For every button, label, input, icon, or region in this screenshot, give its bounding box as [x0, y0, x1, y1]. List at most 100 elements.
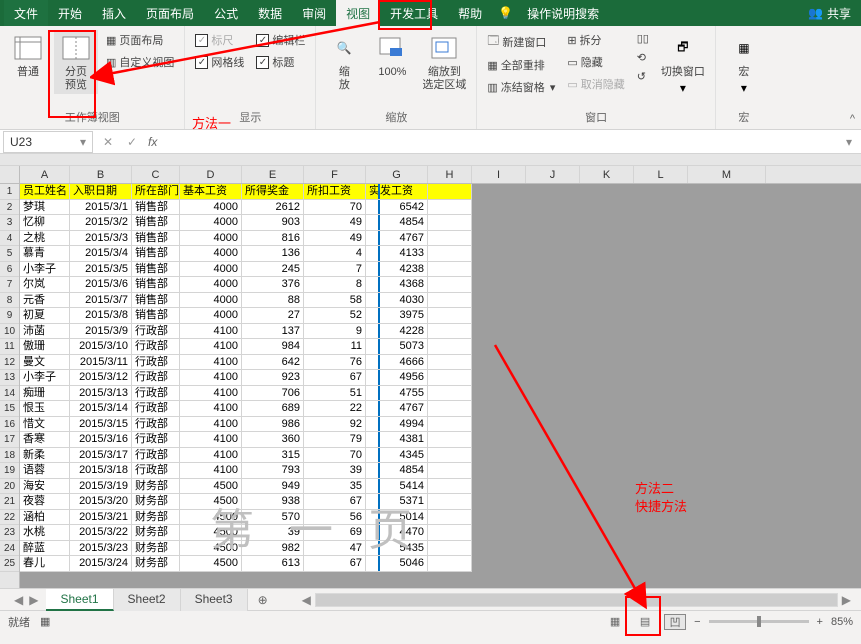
table-cell[interactable]: 销售部: [132, 215, 180, 230]
table-cell[interactable]: 4238: [366, 262, 428, 277]
table-cell[interactable]: 4500: [180, 494, 242, 509]
empty-cell[interactable]: [428, 339, 472, 354]
table-cell[interactable]: 2015/3/23: [70, 541, 132, 556]
table-cell[interactable]: 245: [242, 262, 304, 277]
table-cell[interactable]: 4030: [366, 293, 428, 308]
empty-cell[interactable]: [428, 277, 472, 292]
table-cell[interactable]: 行政部: [132, 463, 180, 478]
table-cell[interactable]: 79: [304, 432, 366, 447]
empty-cell[interactable]: [428, 463, 472, 478]
table-cell[interactable]: 376: [242, 277, 304, 292]
table-cell[interactable]: 982: [242, 541, 304, 556]
sync-icon-row[interactable]: ⟲: [633, 49, 653, 66]
table-cell[interactable]: 4854: [366, 463, 428, 478]
empty-cell[interactable]: [428, 448, 472, 463]
empty-cell[interactable]: [428, 479, 472, 494]
table-cell[interactable]: 2015/3/10: [70, 339, 132, 354]
table-cell[interactable]: 痴珊: [20, 386, 70, 401]
tab-developer[interactable]: 开发工具: [380, 0, 448, 26]
table-cell[interactable]: 3975: [366, 308, 428, 323]
pagelayout-button[interactable]: ▦ 页面布局: [102, 30, 178, 50]
table-cell[interactable]: 4500: [180, 556, 242, 571]
table-cell[interactable]: 67: [304, 370, 366, 385]
table-header-cell[interactable]: 所扣工资: [304, 184, 366, 199]
empty-cell[interactable]: [428, 417, 472, 432]
row-header[interactable]: 5: [0, 246, 19, 262]
table-cell[interactable]: 4000: [180, 215, 242, 230]
table-cell[interactable]: 语蓉: [20, 463, 70, 478]
row-header[interactable]: 23: [0, 525, 19, 541]
table-cell[interactable]: 56: [304, 510, 366, 525]
row-header[interactable]: 7: [0, 277, 19, 293]
switch-window-button[interactable]: 🗗 切换窗口 ▾: [657, 30, 709, 97]
table-cell[interactable]: 706: [242, 386, 304, 401]
table-cell[interactable]: 986: [242, 417, 304, 432]
table-cell[interactable]: 行政部: [132, 417, 180, 432]
table-cell[interactable]: 沛菡: [20, 324, 70, 339]
table-cell[interactable]: 816: [242, 231, 304, 246]
row-header[interactable]: 13: [0, 370, 19, 386]
table-cell[interactable]: 夜蓉: [20, 494, 70, 509]
table-cell[interactable]: 689: [242, 401, 304, 416]
arrange-all-button[interactable]: ▦全部重排: [483, 55, 559, 75]
table-cell[interactable]: 27: [242, 308, 304, 323]
cancel-formula-button[interactable]: ✕: [96, 135, 120, 149]
zoom-percent[interactable]: 85%: [831, 616, 853, 628]
table-cell[interactable]: 70: [304, 200, 366, 215]
table-cell[interactable]: 4368: [366, 277, 428, 292]
search-help[interactable]: 操作说明搜索: [517, 0, 609, 26]
table-cell[interactable]: 70: [304, 448, 366, 463]
column-header[interactable]: I: [472, 166, 526, 183]
table-cell[interactable]: 9: [304, 324, 366, 339]
table-header-cell[interactable]: 所得奖金: [242, 184, 304, 199]
macro-button[interactable]: ▦ 宏 ▾: [722, 30, 766, 97]
table-cell[interactable]: 元香: [20, 293, 70, 308]
table-cell[interactable]: 4767: [366, 401, 428, 416]
table-cell[interactable]: 恨玉: [20, 401, 70, 416]
table-cell[interactable]: 行政部: [132, 370, 180, 385]
cells-area[interactable]: 员工姓名入职日期所在部门基本工资所得奖金所扣工资实发工资梦琪2015/3/1销售…: [20, 184, 861, 572]
table-cell[interactable]: 行政部: [132, 401, 180, 416]
table-cell[interactable]: 39: [304, 463, 366, 478]
table-cell[interactable]: 2015/3/7: [70, 293, 132, 308]
table-cell[interactable]: 2015/3/12: [70, 370, 132, 385]
empty-cell[interactable]: [428, 556, 472, 571]
scroll-left-icon[interactable]: ◀: [298, 593, 315, 607]
row-header[interactable]: 2: [0, 200, 19, 216]
table-cell[interactable]: 4500: [180, 525, 242, 540]
new-window-button[interactable]: 🗔新建窗口: [483, 30, 559, 53]
table-cell[interactable]: 财务部: [132, 494, 180, 509]
table-cell[interactable]: 5014: [366, 510, 428, 525]
tab-review[interactable]: 审阅: [292, 0, 336, 26]
zoom-selection-button[interactable]: 缩放到 选定区域: [418, 30, 470, 94]
table-cell[interactable]: 5046: [366, 556, 428, 571]
table-cell[interactable]: 4100: [180, 355, 242, 370]
column-header[interactable]: J: [526, 166, 580, 183]
table-cell[interactable]: 4956: [366, 370, 428, 385]
table-cell[interactable]: 2015/3/1: [70, 200, 132, 215]
collapse-ribbon-button[interactable]: ^: [850, 113, 855, 125]
table-cell[interactable]: 行政部: [132, 355, 180, 370]
table-cell[interactable]: 39: [242, 525, 304, 540]
table-cell[interactable]: 4000: [180, 231, 242, 246]
table-header-cell[interactable]: 所在部门: [132, 184, 180, 199]
table-cell[interactable]: 2015/3/16: [70, 432, 132, 447]
table-cell[interactable]: 梦琪: [20, 200, 70, 215]
unhide-button[interactable]: ▭取消隐藏: [563, 74, 628, 94]
table-cell[interactable]: 2015/3/5: [70, 262, 132, 277]
table-cell[interactable]: 984: [242, 339, 304, 354]
table-cell[interactable]: 92: [304, 417, 366, 432]
table-cell[interactable]: 4100: [180, 448, 242, 463]
row-header[interactable]: 14: [0, 386, 19, 402]
table-cell[interactable]: 香寒: [20, 432, 70, 447]
table-cell[interactable]: 49: [304, 231, 366, 246]
row-header[interactable]: 18: [0, 448, 19, 464]
table-cell[interactable]: 小李子: [20, 262, 70, 277]
table-header-cell[interactable]: 实发工资: [366, 184, 428, 199]
table-cell[interactable]: 360: [242, 432, 304, 447]
table-cell[interactable]: 4100: [180, 463, 242, 478]
tab-data[interactable]: 数据: [248, 0, 292, 26]
table-cell[interactable]: 销售部: [132, 262, 180, 277]
table-cell[interactable]: 67: [304, 494, 366, 509]
table-cell[interactable]: 忆柳: [20, 215, 70, 230]
